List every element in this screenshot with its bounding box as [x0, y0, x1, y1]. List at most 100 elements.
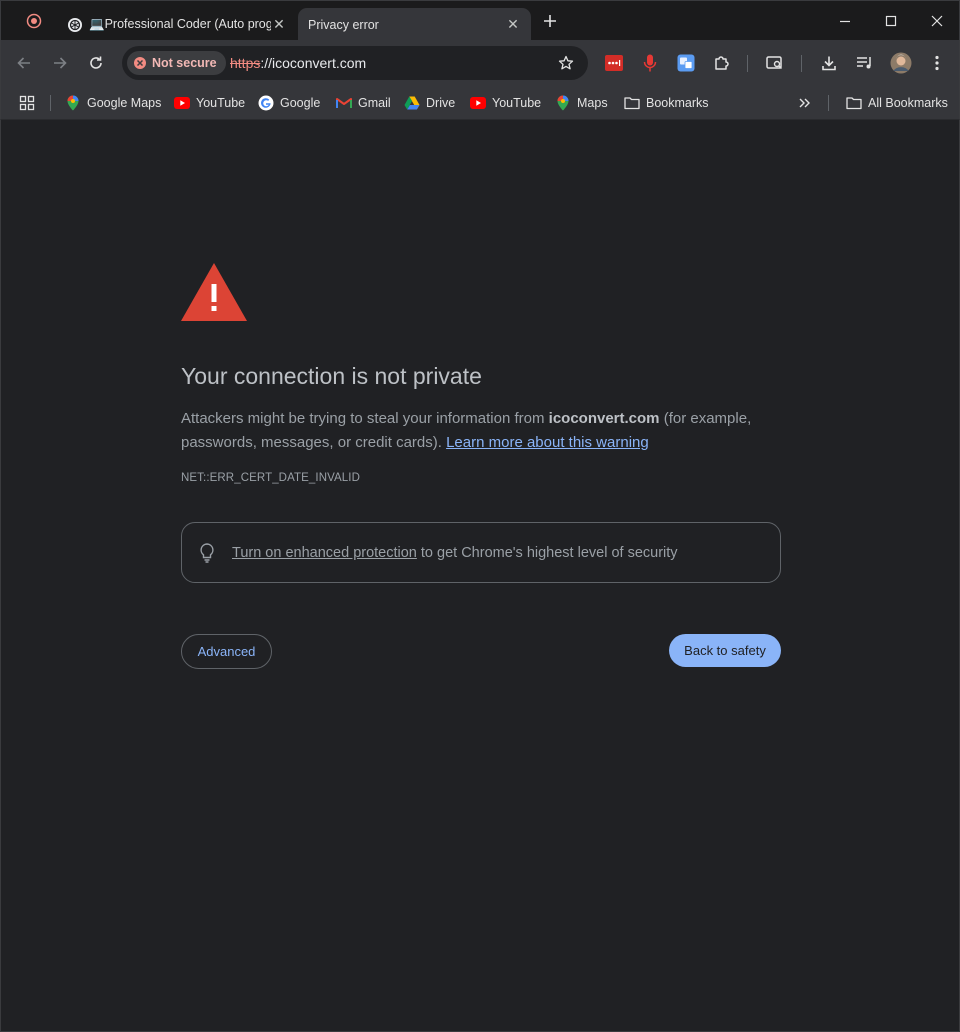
security-chip[interactable]: Not secure	[127, 51, 226, 75]
minimize-icon	[840, 20, 850, 23]
maps-pin-icon	[65, 95, 81, 111]
apps-button[interactable]	[19, 90, 35, 116]
plus-icon	[544, 15, 556, 27]
desc-domain: icoconvert.com	[548, 410, 660, 427]
chrome-menu-button[interactable]	[921, 47, 953, 79]
minimize-button[interactable]	[822, 1, 868, 41]
lightbulb-icon	[198, 542, 216, 564]
downloads-button[interactable]	[813, 47, 845, 79]
forward-button[interactable]	[44, 47, 76, 79]
star-icon	[558, 55, 574, 70]
translate-icon	[677, 54, 695, 72]
enhanced-protection-link[interactable]: Turn on enhanced protection	[232, 545, 417, 561]
address-bar[interactable]: Not secure https://icoconvert.com	[122, 46, 588, 80]
lastpass-icon	[605, 55, 623, 71]
reload-icon	[90, 56, 102, 69]
promo-text: to get Chrome's highest level of securit…	[416, 544, 678, 561]
toolbar-divider	[747, 55, 748, 72]
bookmark-label: Gmail	[358, 96, 391, 110]
toolbar-divider	[801, 55, 802, 72]
maximize-button[interactable]	[868, 1, 914, 41]
url-host: ://icoconvert.com	[260, 55, 367, 71]
puzzle-icon	[715, 56, 729, 70]
close-icon	[931, 15, 943, 27]
bookmarks-divider	[828, 95, 829, 111]
bookmark-gmail[interactable]: Gmail	[336, 90, 391, 116]
bookmark-star-button[interactable]	[554, 51, 578, 75]
error-description: Attackers might be trying to steal your …	[181, 407, 781, 455]
advanced-button[interactable]: Advanced	[181, 634, 272, 669]
bookmark-label: Drive	[426, 96, 456, 110]
bookmarks-bar: Google Maps YouTube Google Gmail Drive Y…	[0, 86, 960, 120]
tab-professional-coder[interactable]: 💻Professional Coder (Auto programming) ✕	[57, 8, 297, 41]
bookmark-youtube[interactable]: YouTube	[174, 90, 245, 116]
bookmarks-overflow-button[interactable]	[798, 90, 812, 116]
maximize-icon	[885, 15, 897, 27]
more-vertical-icon	[935, 55, 939, 71]
new-tab-button[interactable]	[537, 8, 563, 34]
back-to-safety-button[interactable]: Back to safety	[669, 634, 781, 667]
interstitial-page: Your connection is not private Attackers…	[0, 120, 960, 1032]
tab-privacy-error[interactable]: Privacy error ✕	[298, 8, 531, 41]
window-close-button[interactable]	[914, 1, 960, 41]
bookmark-label: YouTube	[196, 96, 246, 110]
tab-search-button[interactable]	[14, 1, 54, 41]
close-icon[interactable]: ✕	[271, 16, 287, 33]
enhanced-protection-promo: Turn on enhanced protection to get Chrom…	[181, 522, 781, 583]
tab-strip: 💻Professional Coder (Auto programming) ✕…	[0, 0, 960, 41]
bookmark-label: YouTube	[492, 96, 542, 110]
all-bookmarks-button[interactable]: All Bookmarks	[846, 90, 948, 116]
download-icon	[822, 56, 836, 71]
profile-button[interactable]	[885, 47, 917, 79]
page-title: Your connection is not private	[181, 363, 482, 389]
all-bookmarks-label: All Bookmarks	[868, 96, 948, 110]
extensions-button[interactable]	[706, 47, 738, 79]
bookmark-label: Maps	[577, 96, 608, 110]
close-icon[interactable]: ✕	[505, 16, 521, 33]
learn-more-link[interactable]: Learn more about this warning	[446, 434, 649, 451]
error-icon	[134, 57, 146, 69]
tab-search-icon	[766, 56, 783, 70]
youtube-icon	[174, 95, 190, 111]
extension-voice-button[interactable]	[634, 47, 666, 79]
toolbar: Not secure https://icoconvert.com	[0, 40, 960, 86]
desc-text: Attackers might be trying to steal your …	[181, 410, 549, 427]
search-tabs-button[interactable]	[759, 47, 791, 79]
youtube-icon	[470, 95, 486, 111]
url-scheme: https	[230, 55, 261, 71]
drive-icon	[404, 95, 420, 111]
record-icon	[26, 13, 42, 29]
avatar	[890, 52, 912, 74]
extension-translate-button[interactable]	[670, 47, 702, 79]
chatgpt-icon	[67, 17, 83, 33]
bookmark-google[interactable]: Google	[258, 90, 320, 116]
google-icon	[258, 95, 274, 111]
folder-icon	[624, 95, 640, 111]
gmail-icon	[336, 95, 352, 111]
media-controls-button[interactable]	[849, 47, 881, 79]
warning-triangle-icon	[181, 263, 247, 321]
arrow-left-icon	[17, 57, 30, 69]
tab-title: 💻Professional Coder (Auto programming)	[89, 17, 271, 31]
bookmarks-divider	[50, 95, 51, 111]
extension-lastpass-button[interactable]	[598, 47, 630, 79]
tab-title: Privacy error	[308, 17, 379, 32]
maps-pin-icon	[555, 95, 571, 111]
apps-grid-icon	[19, 95, 35, 111]
bookmark-label: Bookmarks	[646, 96, 709, 110]
double-chevron-right-icon	[799, 98, 810, 108]
playlist-icon	[857, 57, 871, 69]
bookmark-label: Google Maps	[87, 96, 162, 110]
error-code: NET::ERR_CERT_DATE_INVALID	[181, 472, 360, 484]
arrow-right-icon	[54, 57, 67, 69]
microphone-icon	[643, 54, 657, 72]
bookmark-youtube[interactable]: YouTube	[470, 90, 541, 116]
security-chip-label: Not secure	[152, 56, 217, 70]
bookmark-folder-bookmarks[interactable]: Bookmarks	[624, 90, 709, 116]
reload-button[interactable]	[80, 47, 112, 79]
url-text[interactable]: https://icoconvert.com	[230, 46, 366, 80]
bookmark-google-maps[interactable]: Google Maps	[65, 90, 161, 116]
bookmark-maps[interactable]: Maps	[555, 90, 608, 116]
bookmark-drive[interactable]: Drive	[404, 90, 455, 116]
back-button[interactable]	[8, 47, 40, 79]
